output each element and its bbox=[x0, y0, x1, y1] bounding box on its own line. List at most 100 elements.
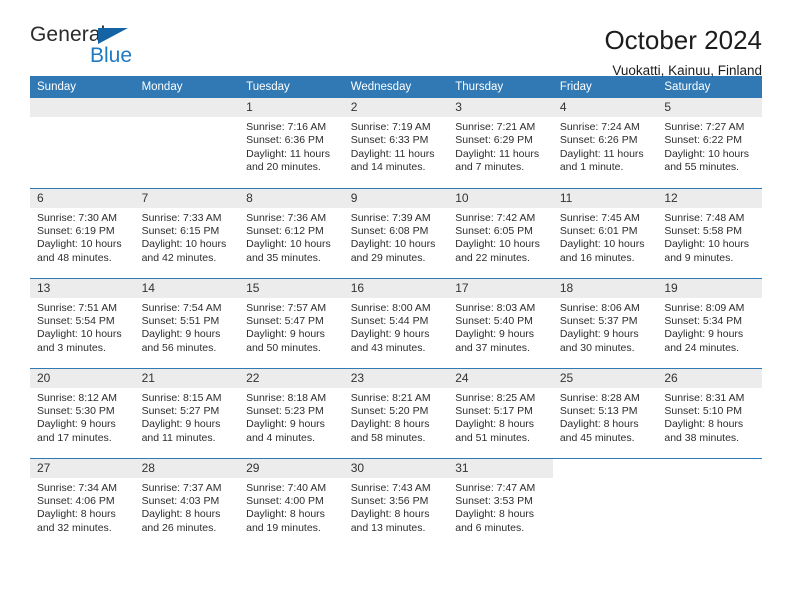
day-number: 15 bbox=[239, 278, 344, 298]
calendar-day-cell[interactable]: 8 Sunrise: 7:36 AM Sunset: 6:12 PM Daylight… bbox=[239, 187, 344, 278]
calendar-day-cell[interactable]: 22 Sunrise: 8:18 AM Sunset: 5:23 PM Dayligh… bbox=[239, 367, 344, 458]
sunrise-text: Sunrise: 7:48 AM bbox=[664, 211, 745, 224]
day-number bbox=[134, 98, 240, 117]
logo-text-general: General bbox=[30, 23, 106, 46]
sunrise-text: Sunrise: 8:21 AM bbox=[350, 391, 431, 404]
weekday-header-monday: Monday bbox=[134, 76, 240, 98]
day-cell-inner: 15 Sunrise: 7:57 AM Sunset: 5:47 PM Dayligh… bbox=[239, 278, 344, 368]
daylight-text: Daylight: 11 hours and 1 minute. bbox=[559, 147, 644, 174]
daylight-text: Daylight: 10 hours and 55 minutes. bbox=[664, 147, 750, 174]
day-sun-info: Sunrise: 7:24 AM Sunset: 6:26 PM Daylight:… bbox=[553, 117, 658, 175]
daylight-text: Daylight: 9 hours and 56 minutes. bbox=[141, 328, 221, 354]
calendar-page: General Blue October 2024 Vuokatti, Kain… bbox=[0, 0, 792, 612]
calendar-day-cell[interactable]: 15 Sunrise: 7:57 AM Sunset: 5:47 PM Dayligh… bbox=[239, 277, 344, 368]
calendar-day-cell[interactable]: 30 Sunrise: 7:43 AM Sunset: 3:56 PM Dayligh… bbox=[343, 457, 449, 548]
calendar-day-cell[interactable]: 20 Sunrise: 8:12 AM Sunset: 5:30 PM Dayligh… bbox=[30, 367, 135, 458]
weekday-header-tuesday: Tuesday bbox=[239, 76, 344, 98]
day-sun-info: Sunrise: 8:31 AM Sunset: 5:10 PM Daylight:… bbox=[657, 388, 762, 446]
sunrise-text: Sunrise: 7:16 AM bbox=[246, 121, 327, 133]
day-number: 29 bbox=[239, 458, 344, 478]
day-cell-inner: 29 Sunrise: 7:40 AM Sunset: 4:00 PM Dayligh… bbox=[239, 458, 344, 548]
day-cell-inner: 13 Sunrise: 7:51 AM Sunset: 5:54 PM Dayligh… bbox=[30, 278, 135, 368]
day-sun-info: Sunrise: 7:27 AM Sunset: 6:22 PM Daylight:… bbox=[657, 117, 762, 175]
calendar-day-cell[interactable]: 27 Sunrise: 7:34 AM Sunset: 4:06 PM Dayligh… bbox=[30, 457, 135, 548]
calendar-day-cell[interactable]: 18 Sunrise: 8:06 AM Sunset: 5:37 PM Dayligh… bbox=[552, 277, 658, 368]
sunrise-text: Sunrise: 8:09 AM bbox=[664, 301, 745, 314]
sunset-text: Sunset: 5:27 PM bbox=[141, 404, 220, 417]
day-cell-inner bbox=[657, 459, 762, 548]
day-number: 31 bbox=[448, 458, 553, 478]
calendar-day-cell[interactable]: 14 Sunrise: 7:54 AM Sunset: 5:51 PM Dayligh… bbox=[134, 277, 240, 368]
day-cell-inner: 18 Sunrise: 8:06 AM Sunset: 5:37 PM Dayligh… bbox=[552, 278, 658, 368]
calendar-day-cell[interactable]: 19 Sunrise: 8:09 AM Sunset: 5:34 PM Dayligh… bbox=[657, 277, 762, 368]
calendar-day-cell[interactable]: 2 Sunrise: 7:19 AM Sunset: 6:33 PM Daylight… bbox=[343, 98, 449, 188]
day-cell-inner: 31 Sunrise: 7:47 AM Sunset: 3:53 PM Dayligh… bbox=[448, 458, 553, 548]
day-cell-inner: 25 Sunrise: 8:28 AM Sunset: 5:13 PM Dayligh… bbox=[552, 368, 658, 458]
day-number: 1 bbox=[239, 98, 344, 117]
daylight-text: Daylight: 10 hours and 35 minutes. bbox=[246, 238, 331, 264]
sunrise-text: Sunrise: 7:43 AM bbox=[350, 481, 431, 494]
day-cell-inner: 19 Sunrise: 8:09 AM Sunset: 5:34 PM Dayligh… bbox=[657, 278, 762, 368]
sunrise-text: Sunrise: 7:54 AM bbox=[141, 301, 222, 314]
calendar-day-cell[interactable]: 5 Sunrise: 7:27 AM Sunset: 6:22 PM Daylight… bbox=[657, 98, 762, 188]
day-number: 25 bbox=[552, 368, 658, 388]
calendar-day-cell[interactable]: 3 Sunrise: 7:21 AM Sunset: 6:29 PM Daylight… bbox=[448, 98, 553, 188]
sunrise-text: Sunrise: 7:45 AM bbox=[559, 211, 640, 224]
calendar-day-cell[interactable]: 17 Sunrise: 8:03 AM Sunset: 5:40 PM Dayligh… bbox=[448, 277, 553, 368]
day-cell-inner: 2 Sunrise: 7:19 AM Sunset: 6:33 PM Daylight… bbox=[343, 98, 449, 187]
calendar-day-cell[interactable]: 11 Sunrise: 7:45 AM Sunset: 6:01 PM Dayligh… bbox=[552, 187, 658, 278]
daylight-text: Daylight: 10 hours and 16 minutes. bbox=[559, 238, 645, 264]
calendar-day-cell[interactable]: 25 Sunrise: 8:28 AM Sunset: 5:13 PM Dayligh… bbox=[552, 367, 658, 458]
sunset-text: Sunset: 6:12 PM bbox=[246, 224, 324, 237]
calendar-day-cell[interactable]: 29 Sunrise: 7:40 AM Sunset: 4:00 PM Dayligh… bbox=[239, 457, 344, 548]
calendar-day-cell[interactable]: 1 Sunrise: 7:16 AM Sunset: 6:36 PM Daylight… bbox=[239, 98, 344, 188]
generalblue-logo[interactable]: General Blue bbox=[30, 24, 160, 72]
day-cell-inner: 27 Sunrise: 7:34 AM Sunset: 4:06 PM Dayligh… bbox=[30, 458, 135, 548]
sunset-text: Sunset: 4:00 PM bbox=[246, 494, 324, 507]
sunset-text: Sunset: 4:03 PM bbox=[141, 494, 220, 507]
sunset-text: Sunset: 6:29 PM bbox=[455, 134, 533, 147]
calendar-day-cell[interactable]: 16 Sunrise: 8:00 AM Sunset: 5:44 PM Dayligh… bbox=[343, 277, 449, 368]
calendar-day-cell[interactable]: 31 Sunrise: 7:47 AM Sunset: 3:53 PM Dayligh… bbox=[448, 457, 553, 548]
calendar-day-cell[interactable]: 13 Sunrise: 7:51 AM Sunset: 5:54 PM Dayligh… bbox=[30, 277, 135, 368]
page-header: General Blue October 2024 Vuokatti, Kain… bbox=[30, 0, 762, 78]
day-cell-inner: 7 Sunrise: 7:33 AM Sunset: 6:15 PM Daylight… bbox=[134, 188, 240, 278]
daylight-text: Daylight: 8 hours and 6 minutes. bbox=[455, 508, 535, 534]
title-block: October 2024 Vuokatti, Kainuu, Finland bbox=[604, 24, 762, 78]
calendar-day-cell[interactable]: 24 Sunrise: 8:25 AM Sunset: 5:17 PM Dayligh… bbox=[448, 367, 553, 458]
calendar-day-cell[interactable]: 12 Sunrise: 7:48 AM Sunset: 5:58 PM Dayligh… bbox=[657, 187, 762, 278]
sunset-text: Sunset: 6:36 PM bbox=[246, 134, 324, 147]
day-cell-inner: 4 Sunrise: 7:24 AM Sunset: 6:26 PM Daylight… bbox=[552, 98, 658, 187]
daylight-text: Daylight: 8 hours and 13 minutes. bbox=[350, 508, 430, 534]
day-number: 10 bbox=[448, 188, 553, 208]
daylight-text: Daylight: 9 hours and 50 minutes. bbox=[246, 328, 325, 354]
daylight-text: Daylight: 9 hours and 24 minutes. bbox=[664, 328, 744, 354]
sunset-text: Sunset: 3:56 PM bbox=[350, 494, 429, 507]
calendar-day-cell[interactable]: 10 Sunrise: 7:42 AM Sunset: 6:05 PM Dayligh… bbox=[448, 187, 553, 278]
sunset-text: Sunset: 5:51 PM bbox=[141, 314, 220, 327]
calendar-week-row: 1 Sunrise: 7:16 AM Sunset: 6:36 PM Daylight… bbox=[30, 98, 762, 188]
daylight-text: Daylight: 8 hours and 19 minutes. bbox=[246, 508, 325, 534]
day-cell-inner: 23 Sunrise: 8:21 AM Sunset: 5:20 PM Dayligh… bbox=[343, 368, 449, 458]
sunrise-text: Sunrise: 7:42 AM bbox=[455, 211, 536, 224]
day-number: 14 bbox=[134, 278, 240, 298]
sunset-text: Sunset: 6:26 PM bbox=[559, 134, 638, 147]
day-sun-info: Sunrise: 7:45 AM Sunset: 6:01 PM Daylight:… bbox=[553, 208, 658, 266]
logo-triangle-icon bbox=[98, 28, 128, 44]
calendar-day-cell[interactable]: 9 Sunrise: 7:39 AM Sunset: 6:08 PM Daylight… bbox=[343, 187, 449, 278]
day-sun-info: Sunrise: 8:15 AM Sunset: 5:27 PM Daylight:… bbox=[135, 388, 240, 446]
calendar-day-cell[interactable]: 21 Sunrise: 8:15 AM Sunset: 5:27 PM Dayligh… bbox=[134, 367, 240, 458]
day-sun-info: Sunrise: 7:16 AM Sunset: 6:36 PM Daylight:… bbox=[239, 117, 344, 175]
calendar-day-cell[interactable]: 7 Sunrise: 7:33 AM Sunset: 6:15 PM Daylight… bbox=[134, 187, 240, 278]
calendar-day-cell[interactable]: 6 Sunrise: 7:30 AM Sunset: 6:19 PM Daylight… bbox=[30, 187, 135, 278]
daylight-text: Daylight: 9 hours and 11 minutes. bbox=[141, 418, 221, 444]
calendar-day-cell[interactable]: 23 Sunrise: 8:21 AM Sunset: 5:20 PM Dayligh… bbox=[343, 367, 449, 458]
sunset-text: Sunset: 6:19 PM bbox=[37, 224, 115, 237]
calendar-day-cell[interactable]: 4 Sunrise: 7:24 AM Sunset: 6:26 PM Daylight… bbox=[552, 98, 658, 188]
sunset-text: Sunset: 5:37 PM bbox=[559, 314, 638, 327]
day-sun-info: Sunrise: 7:37 AM Sunset: 4:03 PM Daylight:… bbox=[135, 478, 240, 536]
weekday-header-row: Sunday Monday Tuesday Wednesday Thursday… bbox=[30, 76, 762, 98]
calendar-day-cell[interactable]: 26 Sunrise: 8:31 AM Sunset: 5:10 PM Dayligh… bbox=[657, 367, 762, 458]
calendar-day-cell[interactable]: 28 Sunrise: 7:37 AM Sunset: 4:03 PM Dayligh… bbox=[134, 457, 240, 548]
daylight-text: Daylight: 8 hours and 26 minutes. bbox=[141, 508, 221, 534]
